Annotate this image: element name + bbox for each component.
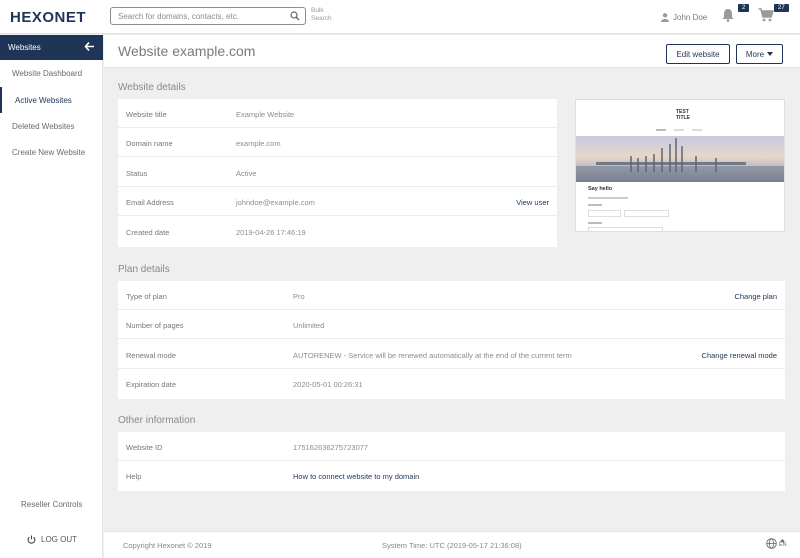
cart-badge: 27 bbox=[774, 4, 789, 12]
row-label: Renewal mode bbox=[126, 351, 177, 360]
reseller-controls-link[interactable]: Reseller Controls bbox=[21, 500, 82, 509]
copyright: Copyright Hexonet © 2019 bbox=[123, 541, 212, 550]
preview-heading-line-2: TITLE bbox=[676, 115, 690, 121]
detail-row-email-address: Email Address johndoe@example.com View u… bbox=[118, 187, 557, 216]
row-label: Domain name bbox=[126, 139, 173, 148]
language-selector[interactable]: EN bbox=[766, 538, 787, 549]
row-label: Email Address bbox=[126, 198, 174, 207]
search-input[interactable] bbox=[111, 8, 281, 24]
row-label: Number of pages bbox=[126, 321, 184, 330]
bulk-label: Bulk bbox=[311, 7, 324, 14]
search-box[interactable] bbox=[110, 7, 306, 25]
bell-icon[interactable] bbox=[721, 8, 735, 22]
more-label: More bbox=[745, 49, 765, 59]
row-label: Status bbox=[126, 169, 148, 178]
plan-details-title: Plan details bbox=[118, 264, 170, 275]
sidebar-item-website-dashboard[interactable]: Website Dashboard bbox=[0, 60, 103, 86]
sidebar-header-label: Websites bbox=[8, 43, 41, 52]
row-value: 2020-05-01 00:26:31 bbox=[293, 380, 363, 389]
row-value: AUTORENEW - Service will be renewed auto… bbox=[293, 351, 572, 360]
row-value: Unlimited bbox=[293, 321, 325, 330]
globe-icon bbox=[766, 538, 777, 549]
view-user-link[interactable]: View user bbox=[516, 198, 549, 207]
row-label: Expiration date bbox=[126, 380, 177, 389]
detail-row-status: Status Active bbox=[118, 158, 557, 187]
website-details-card: Website title Example Website Domain nam… bbox=[118, 99, 557, 247]
row-value: 2019-04-26 17:46:19 bbox=[236, 228, 306, 237]
row-value: example.com bbox=[236, 139, 281, 148]
caret-down-icon bbox=[767, 52, 774, 56]
row-label: Website title bbox=[126, 110, 167, 119]
user-name: John Doe bbox=[673, 13, 708, 22]
row-label: Type of plan bbox=[126, 292, 167, 301]
row-value: johndoe@example.com bbox=[236, 198, 315, 207]
user-menu[interactable]: John Doe bbox=[661, 13, 707, 22]
page-header: Website example.com Edit website More bbox=[104, 35, 800, 68]
detail-row-created-date: Created date 2019-04-26 17:46:19 bbox=[118, 217, 557, 247]
edit-website-button[interactable]: Edit website bbox=[666, 44, 730, 64]
row-label: Help bbox=[126, 472, 142, 481]
sidebar-item-deleted-websites[interactable]: Deleted Websites bbox=[0, 113, 103, 139]
logout-label: LOG OUT bbox=[41, 535, 78, 544]
arrow-left-icon[interactable] bbox=[84, 41, 95, 52]
detail-row-website-title: Website title Example Website bbox=[118, 99, 557, 128]
sidebar-header[interactable]: Websites bbox=[0, 35, 103, 60]
logout-button[interactable]: LOG OUT bbox=[27, 535, 77, 544]
row-value: Example Website bbox=[236, 110, 295, 119]
plan-details-card: Type of plan Pro Change plan Number of p… bbox=[118, 281, 785, 399]
page-title: Website example.com bbox=[118, 43, 256, 59]
sidebar: Websites Website Dashboard Active Websit… bbox=[0, 35, 103, 558]
plan-row-expiration-date: Expiration date 2020-05-01 00:26:31 bbox=[118, 369, 785, 399]
preview-section-title: Say hello bbox=[588, 186, 613, 192]
plan-row-number-of-pages: Number of pages Unlimited bbox=[118, 310, 785, 339]
plan-row-renewal-mode: Renewal mode AUTORENEW - Service will be… bbox=[118, 340, 785, 369]
row-value: Pro bbox=[293, 292, 305, 301]
cart-icon[interactable] bbox=[758, 8, 774, 22]
info-row-website-id: Website ID 175162636275723077 bbox=[118, 432, 785, 461]
other-information-title: Other information bbox=[118, 415, 196, 426]
info-row-help: Help How to connect website to my domain bbox=[118, 461, 785, 491]
notifications-badge: 2 bbox=[738, 4, 750, 12]
preview-hero-image bbox=[576, 136, 784, 182]
website-details-title: Website details bbox=[118, 82, 186, 93]
other-information-card: Website ID 175162636275723077 Help How t… bbox=[118, 432, 785, 491]
change-renewal-mode-link[interactable]: Change renewal mode bbox=[702, 351, 777, 360]
row-label: Website ID bbox=[126, 443, 163, 452]
help-link[interactable]: How to connect website to my domain bbox=[293, 472, 419, 481]
system-time: System Time: UTC (2019-05-17 21:36:08) bbox=[382, 541, 522, 550]
search-icon[interactable] bbox=[290, 11, 300, 21]
bulk-search-link[interactable]: Bulk Search bbox=[311, 7, 332, 23]
search-label: Search bbox=[311, 15, 332, 22]
footer: Copyright Hexonet © 2019 System Time: UT… bbox=[104, 531, 800, 558]
row-value: 175162636275723077 bbox=[293, 443, 369, 452]
hexonet-logo[interactable]: HEXONET bbox=[10, 9, 86, 26]
sidebar-item-create-new-website[interactable]: Create New Website bbox=[0, 139, 103, 165]
row-value: Active bbox=[236, 169, 257, 178]
detail-row-domain-name: Domain name example.com bbox=[118, 128, 557, 157]
user-icon bbox=[661, 13, 669, 22]
power-icon bbox=[27, 535, 36, 544]
plan-row-type: Type of plan Pro Change plan bbox=[118, 281, 785, 310]
website-preview-thumbnail[interactable]: TEST TITLE Say hello bbox=[575, 99, 785, 232]
row-label: Created date bbox=[126, 228, 170, 237]
preview-nav bbox=[656, 129, 706, 132]
change-plan-link[interactable]: Change plan bbox=[734, 292, 777, 301]
top-bar: HEXONET Bulk Search John Doe 2 27 bbox=[0, 0, 800, 34]
sidebar-item-active-websites[interactable]: Active Websites bbox=[0, 87, 103, 113]
more-button[interactable]: More bbox=[736, 44, 783, 64]
language-code: EN bbox=[779, 542, 787, 548]
